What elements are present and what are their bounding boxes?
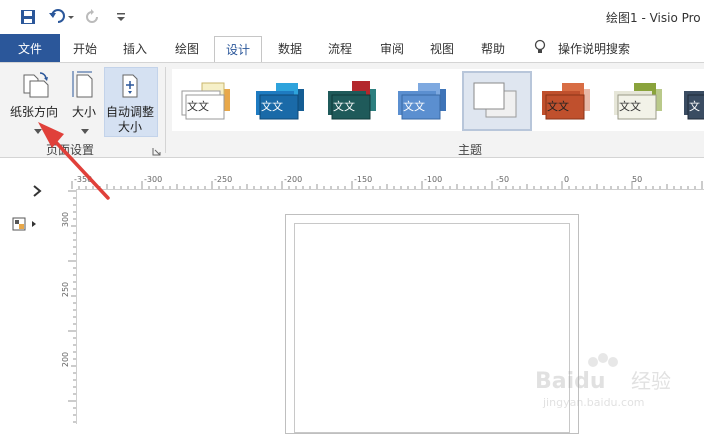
watermark-suffix: 经验 bbox=[631, 369, 671, 393]
watermark-url: jingyan.baidu.com bbox=[542, 396, 645, 409]
baidu-watermark: Baidu 经验 jingyan.baidu.com bbox=[535, 350, 700, 410]
watermark-brand: Baidu bbox=[535, 369, 606, 394]
